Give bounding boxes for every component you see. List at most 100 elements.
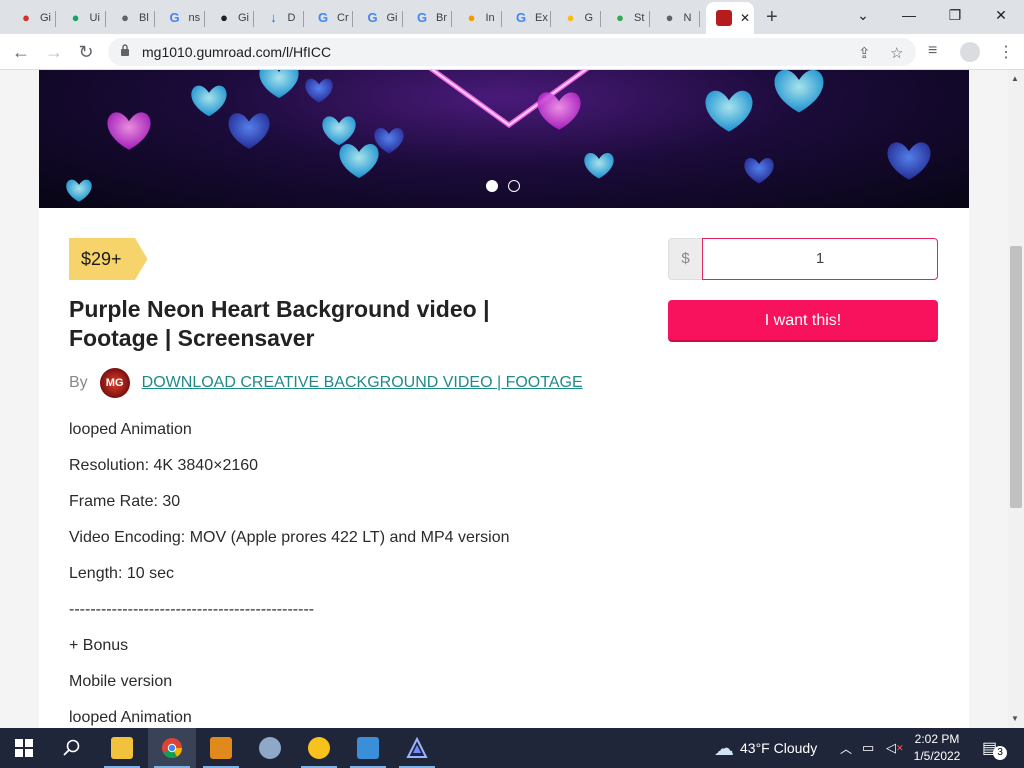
chrome-icon[interactable] [148,728,196,768]
tab-11[interactable]: G Ex [503,4,551,32]
app-orange-icon[interactable] [197,728,245,768]
creator-byline: By MG DOWNLOAD CREATIVE BACKGROUND VIDEO… [69,368,583,398]
description-line: Length: 10 sec [69,565,174,582]
tab-favicon-icon: ● [665,10,674,25]
clock-time: 2:02 PM [914,732,960,746]
tab-6[interactable]: ↓ D [256,4,304,32]
tab-13[interactable]: ● St [602,4,650,32]
by-label: By [69,374,88,391]
forward-icon[interactable]: → [42,40,66,64]
heart-shape [259,70,299,98]
description-line: looped Animation [69,421,192,438]
reload-icon[interactable]: ↻ [74,40,98,64]
heart-shape [322,116,356,146]
close-tab-icon[interactable]: ✕ [740,11,750,25]
price-badge: $29+ [69,238,148,280]
tab-label: Gi [386,12,398,24]
tab-9[interactable]: G Br [404,4,452,32]
tab-separator [253,11,254,27]
tab-active[interactable]: ✕ [706,2,754,34]
carousel-dot-1[interactable] [486,180,498,192]
tab-search-chevron-icon[interactable]: ⌄ [840,4,886,26]
heart-shape [305,78,333,103]
tab-5[interactable]: ● Gi [206,4,254,32]
notification-center-icon[interactable]: ▤ 3 [982,728,1008,768]
tab-label: In [485,12,495,24]
carousel-dots [486,180,520,192]
tab-3[interactable]: ● Bl [107,4,155,32]
tab-14[interactable]: ● N [652,4,700,32]
tab-4[interactable]: Gns [157,4,205,32]
product-card: $29+ Purple Neon Heart Background video … [39,208,969,728]
tab-7[interactable]: G Cr [305,4,353,32]
volume-muted-icon[interactable]: ◁ ✕ [886,728,904,768]
back-icon[interactable]: ← [9,40,33,64]
url-text: mg1010.gumroad.com/l/HfICC [142,44,332,60]
new-tab-button[interactable]: + [766,6,778,29]
tab-favicon-icon: ↓ [270,10,277,25]
tab-label: Cr [337,12,349,24]
carousel-dot-2[interactable] [508,180,520,192]
heart-shape [66,179,92,202]
tab-10[interactable]: ● In [454,4,502,32]
tab-separator [104,11,106,27]
page-content: $29+ Purple Neon Heart Background video … [0,70,1008,728]
start-windows-icon[interactable] [0,728,48,768]
media-control-icon[interactable]: ≡ [928,42,937,60]
tab-separator [352,11,353,27]
description-line: + Bonus [69,637,129,654]
tab-label: Br [436,12,447,24]
profile-avatar-icon[interactable] [960,42,980,62]
file-explorer-icon[interactable] [98,728,146,768]
tab-favicon-icon: G [317,10,329,25]
app-control-panel-icon[interactable] [344,728,392,768]
heart-shape [374,127,404,154]
tab-favicon-icon: ● [220,10,228,25]
system-clock[interactable]: 2:02 PM 1/5/2022 [906,731,968,765]
page-scrollbar[interactable]: ▲ ▼ [1008,70,1024,728]
app-media-icon[interactable] [246,728,294,768]
scroll-down-icon[interactable]: ▼ [1011,714,1019,723]
tab-1[interactable]: ● Gi [8,4,56,32]
notification-count: 3 [993,746,1008,760]
share-icon[interactable]: ⇪ [858,44,871,62]
bookmark-star-icon[interactable]: ☆ [890,44,903,62]
restore-icon[interactable]: ❐ [932,4,978,26]
browser-toolbar: ← → ↻ mg1010.gumroad.com/l/HfICC ⇪ ☆ ≡ ⋮ [0,34,1024,70]
heart-shape [774,70,824,113]
tab-separator [401,11,403,27]
weather-text: 43°F Cloudy [740,740,818,756]
scroll-thumb[interactable] [1010,246,1022,508]
i-want-this-button[interactable]: I want this! [668,300,938,342]
heart-shape [537,92,581,130]
app-norton-icon[interactable] [295,728,343,768]
network-icon[interactable]: ▭ [862,728,874,768]
address-bar[interactable]: mg1010.gumroad.com/l/HfICC ⇪ ☆ [108,38,916,66]
tab-favicon-icon: ● [616,10,624,25]
price-field: $ 1 [668,238,938,280]
app-triangle-icon[interactable] [393,728,441,768]
scroll-up-icon[interactable]: ▲ [1011,74,1019,83]
tab-12[interactable]: ● G [553,4,601,32]
tab-favicon-icon: G [515,10,527,25]
description-line: Resolution: 4K 3840×2160 [69,457,259,474]
search-icon[interactable] [48,728,96,768]
creator-avatar[interactable]: MG [99,368,130,398]
menu-kebab-icon[interactable]: ⋮ [998,42,1014,62]
tab-separator [302,11,304,27]
tab-separator [649,11,650,27]
tab-label: Gi [238,12,249,24]
description-line: Video Encoding: MOV (Apple prores 422 LT… [69,529,510,546]
tab-2[interactable]: ● Ui [58,4,106,32]
heart-shape [705,90,753,132]
heart-shape [584,152,614,179]
minimize-icon[interactable]: — [886,4,932,26]
tray-chevron-up-icon[interactable]: ︿ [840,728,852,768]
tab-favicon-icon: G [416,10,428,25]
windows-taskbar: ☁ 43°F Cloudy ︿ ▭ ◁ ✕ 2:02 PM 1/5/2022 ▤ … [0,728,1024,768]
tab-8[interactable]: G Gi [355,4,403,32]
close-window-icon[interactable]: ✕ [978,4,1024,26]
weather-widget[interactable]: ☁ 43°F Cloudy [714,728,817,768]
creator-link[interactable]: DOWNLOAD CREATIVE BACKGROUND VIDEO | FOO… [142,374,583,392]
price-input[interactable]: 1 [702,238,938,280]
